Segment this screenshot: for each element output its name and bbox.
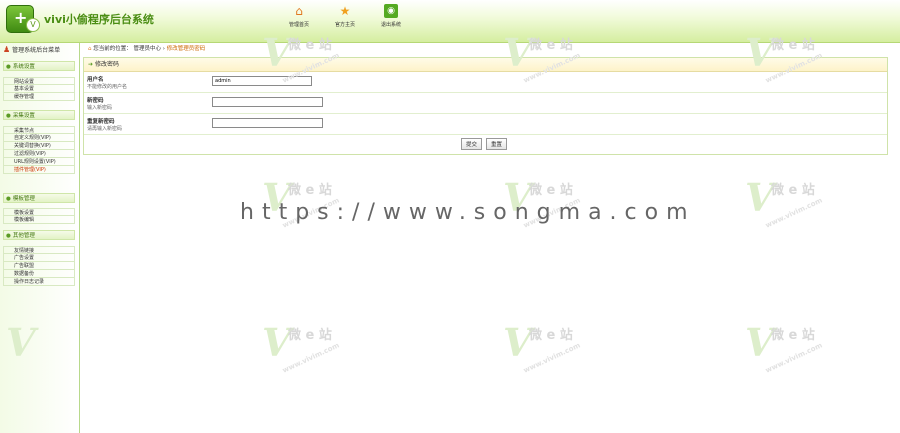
menu-item-nodes[interactable]: 采集节点 <box>3 126 75 134</box>
user-icon: ♟ <box>3 45 11 54</box>
menu-item-filter-rules[interactable]: 过滤规则(VIP) <box>3 150 75 158</box>
leaf-icon: ● <box>6 196 11 202</box>
menu-list-collect: 采集节点 自定义规则(VIP) 关键词替换(VIP) 过滤规则(VIP) URL… <box>3 126 75 174</box>
menu-item-friend-links[interactable]: 友情链接 <box>3 246 75 254</box>
panel-title-label: 修改密码 <box>94 61 119 68</box>
reset-button[interactable]: 重置 <box>486 138 508 150</box>
menu-group-label: 其他管理 <box>12 233 35 239</box>
sidebar-header-label: 管理系统后台菜单 <box>12 47 61 54</box>
confirm-password-input[interactable] <box>212 118 323 128</box>
new-password-input[interactable] <box>212 97 323 107</box>
leaf-icon: ● <box>6 64 11 70</box>
nav-logout[interactable]: ◉ 退出系统 <box>376 4 406 28</box>
form-buttons: 提交 重置 <box>461 138 508 150</box>
field-label: 重复新密码 <box>87 119 115 125</box>
breadcrumb-current: 修改管理员密码 <box>166 46 206 52</box>
menu-item-cache[interactable]: 缓存管理 <box>3 93 75 101</box>
home-icon: ⌂ <box>295 4 303 18</box>
star-icon: ★ <box>339 4 351 18</box>
menu-item-url-rules[interactable]: URL规则设置(VIP) <box>3 158 75 166</box>
sidebar: ♟ 管理系统后台菜单 ● 系统设置 网站设置 基本设置 缓存管理 ● 采集设置 采集… <box>0 43 80 433</box>
form-row-username: 用户名 不能修改的用户名 <box>84 72 887 93</box>
menu-item-backup[interactable]: 数据备份 <box>3 270 75 278</box>
nav-label: 退出系统 <box>380 22 401 28</box>
menu-group-label: 采集设置 <box>12 113 35 119</box>
watermark-logo: V微 e 站 www.vivim.com <box>503 320 582 375</box>
breadcrumb-section[interactable]: 管理员中心 <box>134 46 162 52</box>
leaf-icon: ● <box>6 233 11 239</box>
nav-admin-home[interactable]: ⌂ 管理首页 <box>284 4 314 28</box>
menu-group-label: 模板管理 <box>12 196 35 202</box>
nav-label: 管理首页 <box>288 22 309 28</box>
overlay-url-watermark: https://www.songma.com <box>240 200 696 225</box>
breadcrumb-prefix: 您当前的位置： <box>93 46 132 52</box>
panel-title: ➜ 修改密码 <box>84 58 887 72</box>
menu-item-ads[interactable]: 广告设置 <box>3 254 75 262</box>
menu-item-plugins[interactable]: 插件管理(VIP) <box>3 166 75 174</box>
field-hint: 输入新密码 <box>87 105 113 111</box>
username-input[interactable] <box>212 76 312 86</box>
breadcrumb: ⌂ 您当前的位置： 管理员中心 › 修改管理员密码 <box>88 44 205 52</box>
menu-list-other: 友情链接 广告设置 广告联盟 数据备份 操作日志记录 <box>3 246 75 286</box>
menu-list-system: 网站设置 基本设置 缓存管理 <box>3 77 75 101</box>
menu-item-template-edit[interactable]: 模板编辑 <box>3 216 75 224</box>
menu-group-other[interactable]: ● 其他管理 <box>3 230 75 240</box>
menu-item-basic-settings[interactable]: 基本设置 <box>3 85 75 93</box>
menu-item-ad-union[interactable]: 广告联盟 <box>3 262 75 270</box>
field-label: 用户名 <box>87 77 104 83</box>
rss-icon: ◉ <box>384 4 398 18</box>
menu-item-site-settings[interactable]: 网站设置 <box>3 77 75 85</box>
submit-button[interactable]: 提交 <box>461 138 483 150</box>
breadcrumb-separator: › <box>162 46 165 52</box>
menu-item-keyword-replace[interactable]: 关键词替换(VIP) <box>3 142 75 150</box>
field-hint: 请再输入新密码 <box>87 126 123 132</box>
menu-list-templates: 模板设置 模板编辑 <box>3 208 75 224</box>
menu-item-template-settings[interactable]: 模板设置 <box>3 208 75 216</box>
app-title: vivi小偷程序后台系统 <box>44 13 154 26</box>
arrow-icon: ➜ <box>88 61 94 68</box>
menu-group-label: 系统设置 <box>12 64 35 70</box>
logo-badge: V <box>26 18 40 32</box>
form-row-confirm-password: 重复新密码 请再输入新密码 <box>84 114 887 135</box>
field-hint: 不能修改的用户名 <box>87 84 128 90</box>
menu-group-templates[interactable]: ● 模板管理 <box>3 193 75 203</box>
sidebar-header: ♟ 管理系统后台菜单 <box>3 45 60 54</box>
home-icon: ⌂ <box>88 46 92 52</box>
top-nav: ⌂ 管理首页 ★ 官方主页 ◉ 退出系统 <box>284 4 406 28</box>
form-row-new-password: 新密码 输入新密码 <box>84 93 887 114</box>
change-password-panel: ➜ 修改密码 用户名 不能修改的用户名 新密码 输入新密码 重复新密码 请再输入… <box>83 57 888 155</box>
nav-label: 官方主页 <box>334 22 355 28</box>
menu-group-collect[interactable]: ● 采集设置 <box>3 110 75 120</box>
header-bar: + V vivi小偷程序后台系统 ⌂ 管理首页 ★ 官方主页 ◉ 退出系统 <box>0 0 900 43</box>
menu-group-system[interactable]: ● 系统设置 <box>3 61 75 71</box>
menu-item-logs[interactable]: 操作日志记录 <box>3 278 75 286</box>
field-label: 新密码 <box>87 98 104 104</box>
nav-official-site[interactable]: ★ 官方主页 <box>330 4 360 28</box>
watermark-logo: V微 e 站 www.vivim.com <box>745 320 824 375</box>
leaf-icon: ● <box>6 113 11 119</box>
watermark-logo: V微 e 站 www.vivim.com <box>262 320 341 375</box>
watermark-logo: V微 e 站 www.vivim.com <box>745 175 824 230</box>
menu-item-custom-rules[interactable]: 自定义规则(VIP) <box>3 134 75 142</box>
